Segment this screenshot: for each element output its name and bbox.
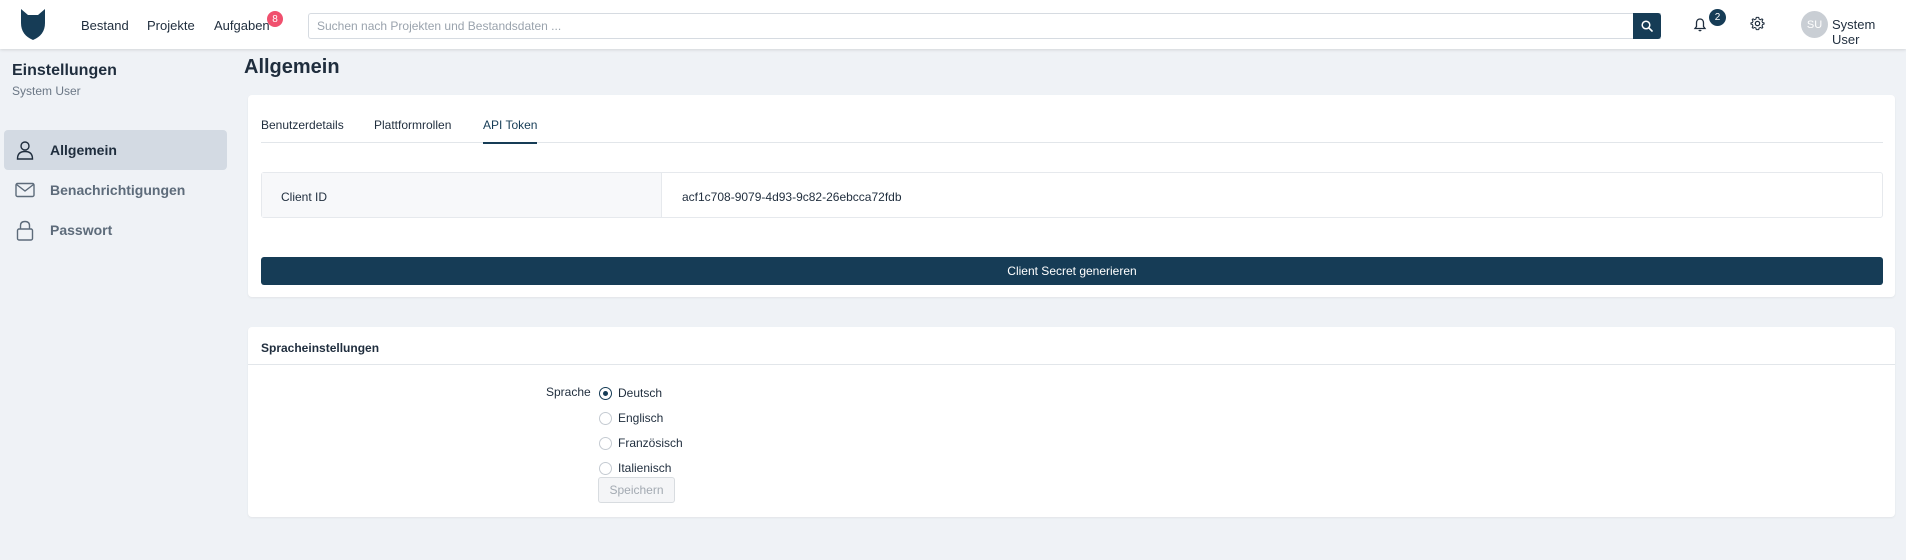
api-token-card: Benutzerdetails Plattformrollen API Toke… <box>248 95 1895 297</box>
client-id-label: Client ID <box>262 173 662 217</box>
gear-icon[interactable] <box>1750 16 1765 31</box>
tab-plattformrollen[interactable]: Plattformrollen <box>374 118 451 142</box>
lock-icon <box>14 219 36 241</box>
top-bar: Bestand Projekte Aufgaben 8 2 SU System … <box>0 0 1906 49</box>
generate-client-secret-button[interactable]: Client Secret generieren <box>261 257 1883 285</box>
sidebar-subtitle: System User <box>12 84 81 98</box>
sidebar-title: Einstellungen <box>12 62 117 79</box>
client-id-row: Client ID acf1c708-9079-4d93-9c82-26ebcc… <box>261 172 1883 218</box>
sidebar-item-label: Allgemein <box>50 142 117 158</box>
logo-icon[interactable] <box>18 7 48 41</box>
radio-button[interactable] <box>599 461 612 475</box>
radio-button[interactable] <box>599 411 612 425</box>
sidebar-item-allgemein[interactable]: Allgemein <box>4 130 227 170</box>
save-button[interactable]: Speichern <box>598 477 675 503</box>
language-settings-card: Spracheinstellungen Sprache Deutsch Engl… <box>248 327 1895 517</box>
radio-label: Deutsch <box>618 386 663 400</box>
radio-button[interactable] <box>599 436 612 450</box>
sidebar-item-benachrichtigungen[interactable]: Benachrichtigungen <box>4 170 227 210</box>
client-id-value: acf1c708-9079-4d93-9c82-26ebcca72fdb <box>682 190 902 204</box>
sidebar-item-passwort[interactable]: Passwort <box>4 210 227 250</box>
user-icon <box>14 139 36 161</box>
radio-label: Französisch <box>618 436 683 450</box>
radio-option-deutsch[interactable]: Deutsch <box>599 386 662 400</box>
sidebar-item-label: Passwort <box>50 222 113 238</box>
search-icon <box>1641 20 1653 32</box>
sidebar-item-label: Benachrichtigungen <box>50 182 186 198</box>
notifications-count-badge: 2 <box>1709 9 1726 26</box>
search-input[interactable] <box>308 13 1661 39</box>
page-title: Allgemein <box>244 56 340 78</box>
avatar[interactable]: SU <box>1801 11 1828 38</box>
user-menu-name[interactable]: System User <box>1832 17 1906 47</box>
radio-label: Englisch <box>618 411 664 425</box>
tab-api-token[interactable]: API Token <box>483 118 538 144</box>
nav-aufgaben[interactable]: Aufgaben <box>214 18 270 33</box>
tab-benutzerdetails[interactable]: Benutzerdetails <box>261 118 344 142</box>
tab-bar: Benutzerdetails Plattformrollen API Toke… <box>261 95 1883 144</box>
mail-icon <box>14 179 36 201</box>
nav-projekte[interactable]: Projekte <box>147 18 195 33</box>
language-settings-header: Spracheinstellungen <box>248 327 1895 365</box>
tasks-count-badge: 8 <box>267 11 283 27</box>
radio-button[interactable] <box>599 386 612 400</box>
search-button[interactable] <box>1633 13 1661 39</box>
radio-option-italienisch[interactable]: Italienisch <box>599 461 671 475</box>
bell-icon[interactable] <box>1693 17 1707 33</box>
nav-bestand[interactable]: Bestand <box>81 18 129 33</box>
radio-option-franzoesisch[interactable]: Französisch <box>599 436 683 450</box>
language-label: Sprache <box>546 385 591 399</box>
radio-option-englisch[interactable]: Englisch <box>599 411 663 425</box>
radio-label: Italienisch <box>618 461 672 475</box>
